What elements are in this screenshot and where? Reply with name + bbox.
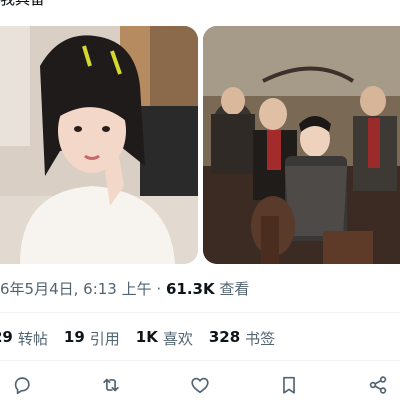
action-bar (0, 368, 400, 400)
stat-quotes[interactable]: 19 引用 (64, 328, 120, 349)
share-button[interactable] (365, 372, 391, 398)
tweet-text-fragment: 我具备 (0, 0, 45, 8)
views-count: 61.3K (165, 280, 215, 298)
media-grid (0, 26, 400, 264)
post-meta: 6年5月4日, 6:13 上午 · 61.3K 查看 (0, 278, 249, 299)
stat-likes-count: 1K (135, 328, 158, 346)
stat-bookmarks-count: 328 (208, 328, 241, 346)
stat-likes[interactable]: 1K 喜欢 (136, 328, 193, 349)
tweet-photo-drama-still[interactable] (203, 26, 400, 264)
engagement-stats: 29 转帖 19 引用 1K 喜欢 328 书签 (0, 328, 291, 349)
stat-reposts[interactable]: 29 转帖 (0, 328, 48, 349)
stat-quotes-count: 19 (63, 328, 85, 346)
stat-quotes-label: 引用 (89, 330, 120, 348)
divider-top (0, 312, 400, 313)
post-timestamp[interactable]: 6年5月4日, 6:13 上午 (0, 280, 152, 298)
stat-bookmarks-label: 书签 (245, 330, 276, 348)
like-button[interactable] (187, 372, 213, 398)
like-icon (191, 377, 209, 394)
divider-bottom (0, 360, 400, 361)
reply-button[interactable] (9, 372, 35, 398)
reply-icon (14, 377, 30, 395)
meta-separator: · (156, 280, 162, 298)
bookmark-icon (283, 376, 295, 394)
views-label: 查看 (219, 280, 250, 298)
stat-reposts-label: 转帖 (17, 330, 48, 348)
share-icon (369, 376, 387, 394)
stat-reposts-count: 29 (0, 328, 13, 346)
drama-still-illustration (203, 26, 400, 264)
bookmark-button[interactable] (276, 372, 302, 398)
stat-likes-label: 喜欢 (162, 330, 193, 348)
retweet-icon (103, 378, 119, 392)
retweet-button[interactable] (98, 372, 124, 398)
selfie-photo-illustration (0, 26, 198, 264)
stat-bookmarks[interactable]: 328 书签 (209, 328, 275, 349)
tweet-photo-selfie[interactable] (0, 26, 198, 264)
